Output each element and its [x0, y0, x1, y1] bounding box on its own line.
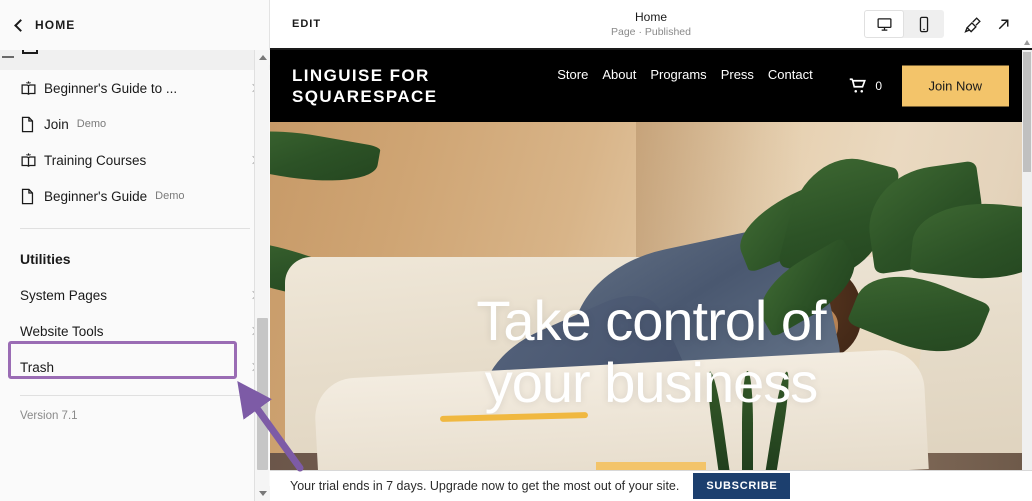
hero-headline-line-2: your business — [484, 351, 819, 414]
leaf-icon — [270, 122, 382, 193]
sidebar-item-training-courses[interactable]: Training Courses — [0, 142, 270, 178]
sidebar-item-label: Trash — [20, 359, 55, 375]
device-toggle — [864, 10, 944, 38]
sidebar-scroll-area: Beginner's Guide to ... Join Demo Traini… — [0, 50, 270, 501]
sidebar-item-trash[interactable]: Trash — [0, 349, 270, 385]
sidebar-item-label: Join — [44, 116, 69, 132]
sidebar-item-badge: Demo — [155, 190, 185, 202]
paintbrush-button[interactable] — [958, 10, 988, 38]
scrollbar-thumb[interactable] — [257, 318, 268, 470]
nav-link-store[interactable]: Store — [557, 64, 588, 86]
sidebar-item-badge: Demo — [76, 118, 107, 130]
page-icon — [20, 188, 44, 205]
left-sidebar: HOME Beginner's Guide to ... Join Demo T… — [0, 0, 270, 501]
sidebar-item-label: Training Courses — [44, 152, 147, 168]
utilities-section-title: Utilities — [20, 251, 71, 267]
open-in-new-tab-button[interactable] — [988, 10, 1018, 38]
trial-banner: Your trial ends in 7 days. Upgrade now t… — [270, 470, 1032, 501]
nav-link-about[interactable]: About — [602, 64, 636, 86]
triangle-down-icon — [258, 491, 267, 496]
sidebar-item-beginners-guide-to[interactable]: Beginner's Guide to ... — [0, 70, 270, 106]
sidebar-scrollbar[interactable] — [254, 50, 270, 501]
site-logo[interactable]: LINGUISE FOR SQUARESPACE — [292, 65, 437, 107]
book-icon — [22, 50, 38, 54]
sidebar-item-label: Beginner's Guide to ... — [44, 80, 178, 96]
edit-button[interactable]: EDIT — [292, 18, 321, 30]
chevron-left-icon — [14, 18, 27, 32]
join-now-button[interactable]: Join Now — [901, 65, 1009, 107]
site-preview-panel: EDIT Home Page · Published LINGUISE FOR … — [270, 0, 1032, 501]
subscribe-button[interactable]: SUBSCRIBE — [693, 473, 791, 499]
trial-message: Your trial ends in 7 days. Upgrade now t… — [290, 479, 680, 493]
book-icon — [20, 152, 44, 169]
triangle-up-icon — [1024, 40, 1030, 45]
hero-copy: Take control of your business — [270, 289, 1032, 422]
shopping-cart-icon — [850, 78, 867, 93]
page-icon — [20, 116, 44, 133]
triangle-up-icon — [258, 55, 267, 60]
logo-line-1: LINGUISE FOR — [292, 66, 430, 85]
scroll-down-button[interactable] — [255, 486, 270, 501]
nav-link-contact[interactable]: Contact — [768, 64, 813, 86]
site-navigation: Store About Programs Press Contact — [530, 64, 840, 86]
sidebar-item-join[interactable]: Join Demo — [0, 106, 270, 142]
hero-section: Take control of your business — [270, 122, 1032, 478]
collapse-dash-icon — [2, 56, 14, 58]
sidebar-item-label: Website Tools — [20, 323, 104, 339]
scroll-up-button[interactable] — [255, 50, 270, 65]
toolbar-actions — [864, 10, 1032, 38]
logo-line-2: SQUARESPACE — [292, 87, 438, 106]
sidebar-item-system-pages[interactable]: System Pages — [0, 277, 270, 313]
desktop-view-button[interactable] — [864, 10, 904, 38]
site-header: LINGUISE FOR SQUARESPACE Store About Progr… — [270, 50, 1032, 122]
cart-count: 0 — [875, 79, 882, 93]
sidebar-item-label: System Pages — [20, 287, 108, 303]
sidebar-item-label: Beginner's Guide — [44, 188, 148, 204]
mobile-view-button[interactable] — [904, 10, 944, 38]
preview-toolbar: EDIT Home Page · Published — [270, 0, 1032, 50]
preview-scrollbar-thumb[interactable] — [1023, 52, 1031, 172]
back-to-home-button[interactable]: HOME — [0, 0, 269, 50]
hero-headline-line-1: Take control of — [476, 289, 826, 352]
cart-button[interactable]: 0 — [847, 77, 882, 95]
squarespace-editor-window: HOME Beginner's Guide to ... Join Demo T… — [0, 0, 1032, 501]
nav-link-press[interactable]: Press — [721, 64, 754, 86]
sidebar-item-beginners-guide[interactable]: Beginner's Guide Demo — [0, 178, 270, 214]
back-to-home-label: HOME — [35, 18, 76, 32]
nav-link-programs[interactable]: Programs — [650, 64, 706, 86]
partially-scrolled-item — [0, 50, 270, 70]
sidebar-item-website-tools[interactable]: Website Tools — [0, 313, 270, 349]
version-label: Version 7.1 — [20, 410, 78, 422]
book-icon — [20, 80, 44, 97]
